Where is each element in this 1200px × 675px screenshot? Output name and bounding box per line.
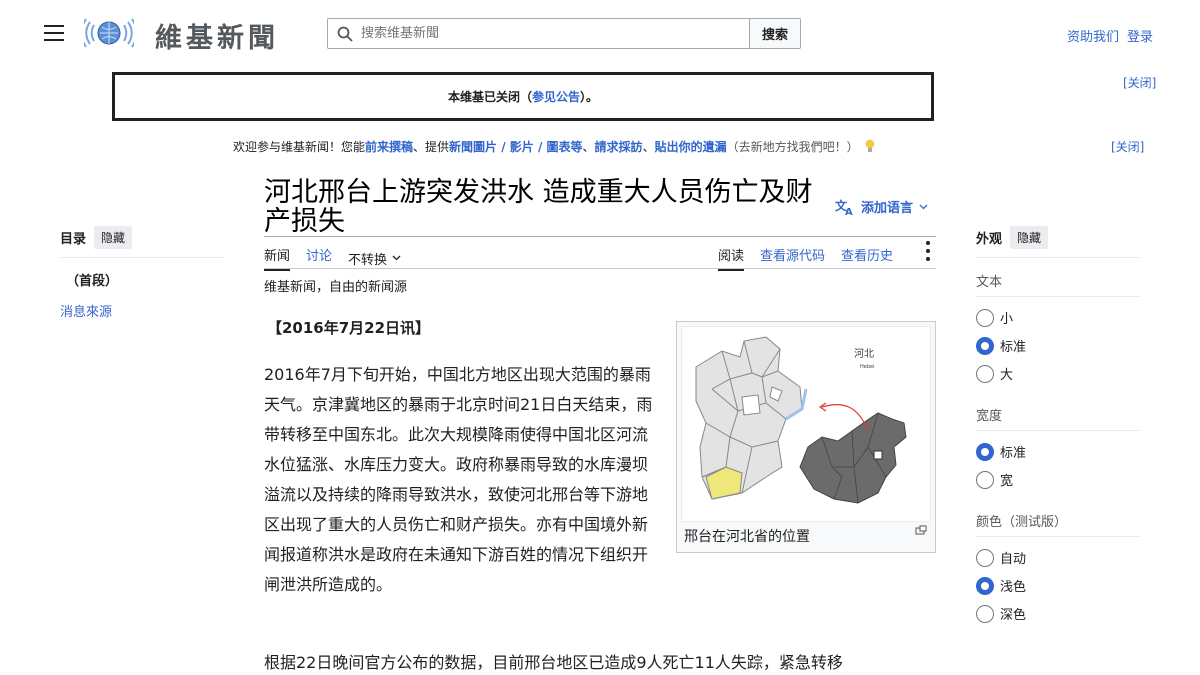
- location-figure: 河北 Hebei 邢台在河北省的位置: [676, 321, 936, 553]
- radio-button-selected[interactable]: [976, 576, 994, 595]
- notice-link[interactable]: 参见公告: [532, 88, 580, 105]
- toc-item-sources[interactable]: 消息來源: [60, 301, 112, 320]
- search-button[interactable]: 搜索: [749, 18, 801, 49]
- article-paragraph: 根据22日晚间官方公布的数据，目前邢台地区已造成9人死亡11人失踪，紧急转移: [264, 653, 843, 672]
- add-languages-button[interactable]: 文A 添加语言: [835, 197, 928, 216]
- main-menu-button[interactable]: [44, 25, 64, 41]
- option-label: 小: [1000, 312, 1014, 327]
- more-actions-icon[interactable]: [925, 241, 931, 265]
- radio-button[interactable]: [976, 604, 994, 623]
- option-label: 标准: [1000, 446, 1027, 461]
- toc-header: 目录 隐藏: [60, 226, 224, 258]
- figure-caption: 邢台在河北省的位置: [684, 529, 810, 545]
- text-size-standard[interactable]: 标准: [976, 336, 1026, 355]
- chevron-down-icon: [919, 204, 928, 209]
- welcome-hint: （去新地方找我們吧！）: [726, 140, 859, 154]
- interview-link[interactable]: 請求採訪: [595, 140, 643, 154]
- welcome-text: 欢迎参与维基新闻！您能: [233, 140, 366, 154]
- dateline: 【2016年7月22日讯】: [267, 319, 431, 337]
- login-link[interactable]: 登录: [1127, 30, 1153, 45]
- color-dark[interactable]: 深色: [976, 604, 1026, 623]
- text-size-large[interactable]: 大: [976, 364, 1013, 383]
- hebei-location-map[interactable]: 河北 Hebei: [681, 326, 931, 522]
- site-tagline: 维基新闻，自由的新闻源: [264, 280, 408, 295]
- map-label-en: Hebei: [860, 364, 874, 370]
- color-auto[interactable]: 自动: [976, 548, 1026, 567]
- notice-close-button[interactable]: [关闭]: [1123, 74, 1156, 91]
- add-languages-label: 添加语言: [861, 201, 914, 216]
- translate-icon: 文A: [835, 198, 853, 216]
- text-size-small[interactable]: 小: [976, 308, 1013, 327]
- lightbulb-icon: [865, 139, 875, 152]
- option-label: 标准: [1000, 340, 1027, 355]
- radio-button-selected[interactable]: [976, 442, 994, 461]
- toc-item-top[interactable]: （首段）: [66, 270, 118, 289]
- appearance-header: 外观 隐藏: [976, 226, 1140, 258]
- color-label: 颜色（测试版）: [976, 511, 1140, 537]
- option-label: 自动: [1000, 552, 1027, 567]
- option-label: 浅色: [1000, 580, 1027, 595]
- search-icon: [337, 26, 353, 42]
- width-label: 宽度: [976, 405, 1140, 431]
- svg-text:A: A: [845, 207, 853, 216]
- text-size-label: 文本: [976, 271, 1140, 297]
- radio-button[interactable]: [976, 364, 994, 383]
- site-notice: 本维基已关闭（ 参见公告）。: [112, 72, 934, 121]
- user-links: 资助我们 登录: [1059, 26, 1153, 45]
- notice-text-pre: 本维基已关闭（: [447, 90, 532, 104]
- appearance-title: 外观: [976, 232, 1003, 247]
- color-light[interactable]: 浅色: [976, 576, 1026, 595]
- option-label: 宽: [1000, 474, 1014, 489]
- welcome-text: 、提供: [413, 140, 450, 154]
- radio-button-selected[interactable]: [976, 336, 994, 355]
- option-label: 深色: [1000, 608, 1027, 623]
- wikinews-logo-icon[interactable]: [84, 16, 134, 50]
- chevron-down-icon: [392, 255, 401, 261]
- width-wide[interactable]: 宽: [976, 470, 1013, 489]
- enlarge-icon[interactable]: [915, 525, 927, 535]
- toc-title: 目录: [60, 232, 87, 247]
- map-graphic: 河北 Hebei: [695, 336, 907, 504]
- missing-link[interactable]: 貼出你的遺漏: [655, 140, 727, 154]
- page-title: 河北邢台上游突发洪水 造成重大人员伤亡及财产损失: [264, 177, 813, 237]
- search-input[interactable]: [361, 26, 721, 41]
- site-name[interactable]: 維基新聞: [155, 16, 279, 55]
- radio-button[interactable]: [976, 308, 994, 327]
- tabs-divider: [264, 268, 936, 269]
- article-paragraph: 2016年7月下旬开始，中国北方地区出现大范围的暴雨天气。京津冀地区的暴雨于北京…: [264, 365, 653, 594]
- radio-button[interactable]: [976, 470, 994, 489]
- variant-label: 不转换: [348, 252, 388, 268]
- map-label: 河北: [854, 348, 874, 360]
- title-divider: [264, 236, 936, 237]
- radio-button[interactable]: [976, 548, 994, 567]
- width-standard[interactable]: 标准: [976, 442, 1026, 461]
- toc-hide-button[interactable]: 隐藏: [94, 226, 133, 249]
- search-field[interactable]: [327, 18, 750, 49]
- welcome-text: 、: [642, 140, 655, 154]
- appearance-hide-button[interactable]: 隐藏: [1010, 226, 1049, 249]
- welcome-close-button[interactable]: [关闭]: [1111, 138, 1144, 155]
- media-link[interactable]: 新聞圖片 / 影片 / 圖表等: [449, 140, 582, 154]
- option-label: 大: [1000, 368, 1014, 383]
- notice-text-post: ）。: [580, 90, 599, 104]
- welcome-banner: 欢迎参与维基新闻！您能前来撰稿、提供新聞圖片 / 影片 / 圖表等、請求採訪、貼…: [233, 138, 876, 155]
- write-link[interactable]: 前来撰稿: [365, 140, 413, 154]
- donate-link[interactable]: 资助我们: [1067, 30, 1119, 45]
- welcome-text: 、: [582, 140, 595, 154]
